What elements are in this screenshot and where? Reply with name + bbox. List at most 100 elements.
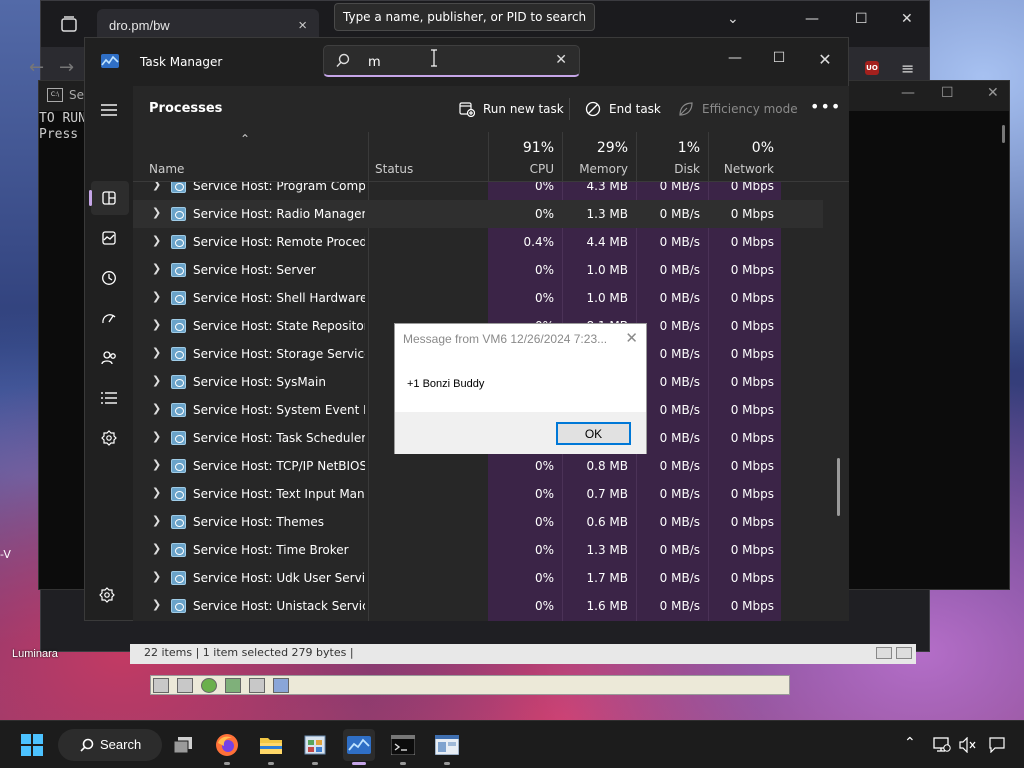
users-icon[interactable] xyxy=(97,346,121,370)
processes-icon[interactable] xyxy=(97,186,121,210)
console-close-icon[interactable]: ✕ xyxy=(987,85,999,101)
table-row[interactable]: ❯ Service Host: Time Broker 0% 1.3 MB 0 MB/s… xyxy=(133,536,823,564)
table-row[interactable]: ❯ Service Host: Text Input Mana... 0% 0.7 M… xyxy=(133,480,823,508)
column-status[interactable]: Status xyxy=(368,132,488,182)
desktop-icon-label[interactable]: Luminara xyxy=(12,648,58,660)
column-memory[interactable]: 29% Memory xyxy=(562,132,636,182)
vm-display-icon[interactable] xyxy=(249,678,265,693)
task-view-icon[interactable] xyxy=(167,729,199,761)
console-output: TO RUN Press xyxy=(39,111,86,143)
process-cpu: 0% xyxy=(534,291,554,305)
details-view-icon[interactable] xyxy=(876,647,892,659)
sort-chevron-icon[interactable]: ⌃ xyxy=(240,132,250,146)
expand-chevron-icon[interactable]: ❯ xyxy=(152,182,161,191)
process-memory: 1.0 MB xyxy=(586,291,628,305)
process-name: Service Host: State Repository ... xyxy=(193,319,365,333)
browser-minimize-icon[interactable]: — xyxy=(805,11,819,27)
app-history-icon[interactable] xyxy=(97,266,121,290)
vm-network-icon[interactable] xyxy=(225,678,241,693)
expand-chevron-icon[interactable]: ❯ xyxy=(152,290,161,303)
search-input[interactable] xyxy=(368,52,548,72)
expand-chevron-icon[interactable]: ❯ xyxy=(152,570,161,583)
table-row[interactable]: ❯ Service Host: Remote Procedu... 0.4% 4.4 … xyxy=(133,228,823,256)
volume-muted-icon[interactable] xyxy=(953,729,983,761)
firefox-icon[interactable] xyxy=(211,729,243,765)
table-row[interactable]: ❯ Service Host: TCP/IP NetBIOS ... 0% 0.8 M… xyxy=(133,452,823,480)
column-network[interactable]: 0% Network xyxy=(708,132,782,182)
settings-icon[interactable] xyxy=(99,587,115,606)
process-network: 0 Mbps xyxy=(730,319,774,333)
console-maximize-icon[interactable]: ☐ xyxy=(941,85,954,101)
expand-chevron-icon[interactable]: ❯ xyxy=(152,318,161,331)
table-row[interactable]: ❯ Service Host: Program Compati... 0% 4.3 M… xyxy=(133,182,823,200)
expand-chevron-icon[interactable]: ❯ xyxy=(152,346,161,359)
console-scrollbar[interactable] xyxy=(1002,125,1005,143)
windows-start-icon[interactable] xyxy=(16,729,48,761)
column-name[interactable]: Name xyxy=(149,162,184,176)
task-manager-taskbar-icon[interactable] xyxy=(343,729,375,765)
ublock-origin-icon[interactable]: UO xyxy=(865,61,879,75)
expand-chevron-icon[interactable]: ❯ xyxy=(152,374,161,387)
column-disk[interactable]: 1% Disk xyxy=(636,132,708,182)
startup-apps-icon[interactable] xyxy=(97,306,121,330)
table-row[interactable]: ❯ Service Host: Server 0% 1.0 MB 0 MB/s 0 Mbp… xyxy=(133,256,823,284)
table-row[interactable]: ❯ Service Host: Radio Managem... 0% 1.3 MB 0… xyxy=(133,200,823,228)
details-icon[interactable] xyxy=(97,386,121,410)
process-name: Service Host: Storage Service xyxy=(193,347,365,361)
tab-list-chevron-icon[interactable]: ⌄ xyxy=(727,11,739,27)
table-row[interactable]: ❯ Service Host: Unistack Service ... 0% 1.6… xyxy=(133,592,823,620)
expand-chevron-icon[interactable]: ❯ xyxy=(152,598,161,611)
expand-chevron-icon[interactable]: ❯ xyxy=(152,542,161,555)
tab-overview-icon[interactable] xyxy=(59,14,79,34)
tab-close-icon[interactable]: × xyxy=(298,17,307,34)
browser-close-icon[interactable]: ✕ xyxy=(901,11,913,27)
vm-save-icon[interactable] xyxy=(153,678,169,693)
services-icon[interactable] xyxy=(97,426,121,450)
vm-cd-icon[interactable] xyxy=(201,678,217,693)
column-cpu[interactable]: 91% CPU xyxy=(488,132,562,182)
notification-icon[interactable] xyxy=(982,729,1012,761)
close-icon[interactable]: ✕ xyxy=(813,50,837,69)
table-row[interactable]: ❯ Service Host: Themes 0% 0.6 MB 0 MB/s 0 Mbp… xyxy=(133,508,823,536)
back-icon[interactable]: ← xyxy=(29,57,44,78)
process-list-scrollbar[interactable] xyxy=(837,458,840,516)
table-row[interactable]: ❯ Service Host: Udk User Service... 0% 1.7 … xyxy=(133,564,823,592)
expand-chevron-icon[interactable]: ❯ xyxy=(152,262,161,275)
vm-audio-icon[interactable] xyxy=(273,678,289,693)
console-minimize-icon[interactable]: — xyxy=(901,85,915,101)
maximize-icon[interactable]: ☐ xyxy=(767,50,791,66)
ok-button[interactable]: OK xyxy=(556,422,631,445)
expand-chevron-icon[interactable]: ❯ xyxy=(152,458,161,471)
terminal-icon[interactable] xyxy=(387,729,419,765)
performance-icon[interactable] xyxy=(97,226,121,250)
minimize-icon[interactable]: — xyxy=(723,50,747,66)
message-dialog: Message from VM6 12/26/2024 7:23... ✕ +1… xyxy=(394,323,647,454)
expand-chevron-icon[interactable]: ❯ xyxy=(152,402,161,415)
table-row[interactable]: ❯ Service Host: Shell Hardware ... 0% 1.0 M… xyxy=(133,284,823,312)
expand-chevron-icon[interactable]: ❯ xyxy=(152,206,161,219)
control-panel-icon[interactable] xyxy=(299,729,331,765)
more-options-icon[interactable]: ••• xyxy=(810,97,841,116)
browser-maximize-icon[interactable]: ☐ xyxy=(855,11,868,27)
end-task-button[interactable]: End task xyxy=(585,101,661,117)
chevron-up-icon[interactable]: ⌃ xyxy=(904,735,916,751)
running-indicator xyxy=(312,762,318,765)
expand-chevron-icon[interactable]: ❯ xyxy=(152,486,161,499)
expand-chevron-icon[interactable]: ❯ xyxy=(152,514,161,527)
hamburger-icon[interactable] xyxy=(97,98,121,122)
browser-menu-icon[interactable]: ≡ xyxy=(901,59,914,78)
dialog-close-icon[interactable]: ✕ xyxy=(625,329,638,347)
vm-app-icon[interactable] xyxy=(431,729,463,765)
taskbar-search[interactable]: Search xyxy=(58,729,162,761)
vm-floppy-icon[interactable] xyxy=(177,678,193,693)
file-explorer-icon[interactable] xyxy=(255,729,287,765)
process-search-box[interactable]: ✕ xyxy=(323,45,580,77)
forward-icon[interactable]: → xyxy=(59,57,74,78)
process-memory: 4.4 MB xyxy=(586,235,628,249)
run-new-task-button[interactable]: Run new task xyxy=(459,101,564,117)
expand-chevron-icon[interactable]: ❯ xyxy=(152,234,161,247)
tiles-view-icon[interactable] xyxy=(896,647,912,659)
expand-chevron-icon[interactable]: ❯ xyxy=(152,430,161,443)
efficiency-mode-button[interactable]: Efficiency mode xyxy=(678,101,798,117)
clear-search-icon[interactable]: ✕ xyxy=(555,52,567,68)
